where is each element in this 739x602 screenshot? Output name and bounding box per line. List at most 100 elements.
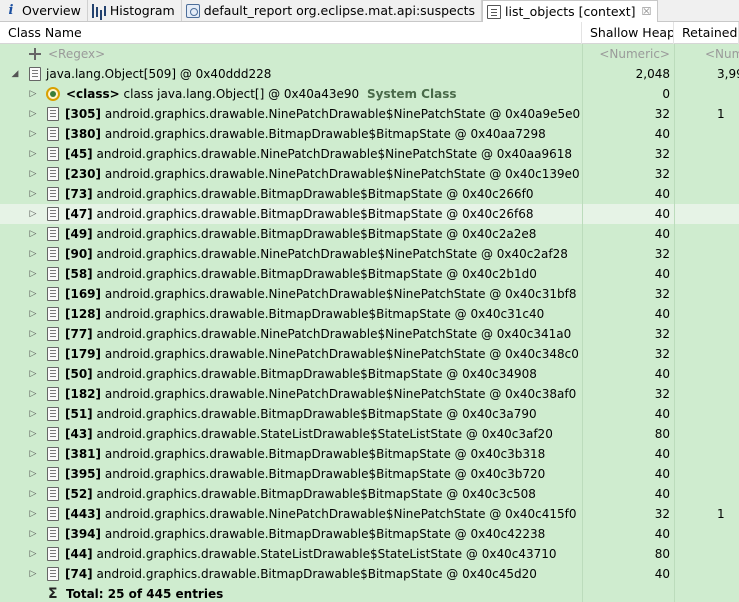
expand-arrow-icon[interactable]: ▷ — [28, 304, 38, 324]
column-header-class-name[interactable]: Class Name — [0, 22, 582, 44]
tab-histogram[interactable]: Histogram — [88, 0, 182, 21]
expand-arrow-icon[interactable]: ▷ — [28, 244, 38, 264]
object-label: android.graphics.drawable.NinePatchDrawa… — [96, 247, 568, 261]
name-filter-cell[interactable]: <Regex> — [0, 44, 582, 64]
expand-arrow-icon[interactable]: ▷ — [28, 484, 38, 504]
expand-arrow-icon[interactable]: ▷ — [28, 344, 38, 364]
filter-icon — [28, 47, 42, 61]
array-index: [169] — [65, 287, 102, 301]
table-row[interactable]: ▷ [230] android.graphics.drawable.NinePat… — [0, 164, 739, 184]
array-index: [58] — [65, 267, 93, 281]
table-row[interactable]: ▷ [47] android.graphics.drawable.BitmapDr… — [0, 204, 739, 224]
array-index: [43] — [65, 427, 93, 441]
object-icon — [47, 547, 59, 561]
table-row[interactable]: ▷ [58] android.graphics.drawable.BitmapDr… — [0, 264, 739, 284]
expand-arrow-icon[interactable]: ▷ — [28, 84, 38, 104]
array-index: [394] — [65, 527, 102, 541]
expand-arrow-icon[interactable]: ▷ — [28, 504, 38, 524]
expand-arrow-icon[interactable]: ▷ — [28, 224, 38, 244]
shallow-heap-value: 2,048 — [582, 64, 674, 84]
object-icon — [47, 267, 59, 281]
expand-arrow-icon[interactable]: ▷ — [28, 564, 38, 584]
array-index: [77] — [65, 327, 93, 341]
table-row[interactable]: ▷ [51] android.graphics.drawable.BitmapDr… — [0, 404, 739, 424]
table-row[interactable]: ▷ [381] android.graphics.drawable.BitmapD… — [0, 444, 739, 464]
class-name-cell: ▷ [45] android.graphics.drawable.NinePatc… — [0, 144, 582, 164]
table-row[interactable]: ▷ [443] android.graphics.drawable.NinePat… — [0, 504, 739, 524]
expand-arrow-icon[interactable]: ▷ — [28, 104, 38, 124]
retained-heap-value — [674, 544, 739, 564]
table-row[interactable]: ▷ [44] android.graphics.drawable.StateLis… — [0, 544, 739, 564]
object-icon — [47, 127, 59, 141]
expand-arrow-icon[interactable]: ▷ — [28, 544, 38, 564]
retained-heap-value — [674, 144, 739, 164]
column-header-shallow-heap[interactable]: Shallow Heap — [582, 22, 674, 44]
object-label: android.graphics.drawable.BitmapDrawable… — [104, 307, 545, 321]
tab-default-report[interactable]: default_report org.eclipse.mat.api:suspe… — [182, 0, 483, 21]
expand-arrow-icon[interactable]: ▷ — [28, 124, 38, 144]
table-row[interactable]: ▷ [169] android.graphics.drawable.NinePat… — [0, 284, 739, 304]
shallow-filter-input[interactable]: <Numeric> — [582, 44, 674, 64]
object-label: android.graphics.drawable.BitmapDrawable… — [96, 187, 534, 201]
tab-overview[interactable]: i Overview — [0, 0, 88, 21]
object-label: android.graphics.drawable.NinePatchDrawa… — [104, 287, 577, 301]
shallow-heap-value: 0 — [582, 84, 674, 104]
class-name-cell: ▷ [44] android.graphics.drawable.StateLis… — [0, 544, 582, 564]
column-header-retained-heap[interactable]: Retained — [674, 22, 739, 44]
close-icon[interactable]: ☒ — [642, 5, 652, 18]
table-row[interactable]: ▷ [50] android.graphics.drawable.BitmapDr… — [0, 364, 739, 384]
regex-filter-input[interactable]: <Regex> — [48, 44, 105, 64]
class-icon — [46, 87, 60, 101]
table-row[interactable]: ▷ [52] android.graphics.drawable.BitmapDr… — [0, 484, 739, 504]
expand-arrow-icon[interactable]: ▷ — [28, 164, 38, 184]
expand-arrow-icon[interactable]: ▷ — [28, 204, 38, 224]
table-row[interactable]: ▷ [305] android.graphics.drawable.NinePat… — [0, 104, 739, 124]
total-row: Σ Total: 25 of 445 entries — [0, 584, 739, 602]
array-index: [73] — [65, 187, 93, 201]
expand-arrow-icon[interactable]: ▷ — [28, 524, 38, 544]
table-row[interactable]: ▷ [45] android.graphics.drawable.NinePatc… — [0, 144, 739, 164]
collapse-arrow-icon[interactable]: ◢ — [10, 64, 20, 84]
class-row[interactable]: ▷ <class> class java.lang.Object[] @ 0x4… — [0, 84, 739, 104]
root-row[interactable]: ◢ java.lang.Object[509] @ 0x40ddd228 2,0… — [0, 64, 739, 84]
expand-arrow-icon[interactable]: ▷ — [28, 364, 38, 384]
retained-heap-value — [674, 204, 739, 224]
expand-arrow-icon[interactable]: ▷ — [28, 424, 38, 444]
object-label: android.graphics.drawable.BitmapDrawable… — [96, 567, 537, 581]
table-row[interactable]: ▷ [74] android.graphics.drawable.BitmapDr… — [0, 564, 739, 584]
table-row[interactable]: ▷ [43] android.graphics.drawable.StateLis… — [0, 424, 739, 444]
object-icon — [47, 307, 59, 321]
table-row[interactable]: ▷ [395] android.graphics.drawable.BitmapD… — [0, 464, 739, 484]
table-row[interactable]: ▷ [90] android.graphics.drawable.NinePatc… — [0, 244, 739, 264]
object-icon — [47, 247, 59, 261]
table-row[interactable]: ▷ [73] android.graphics.drawable.BitmapDr… — [0, 184, 739, 204]
object-label: android.graphics.drawable.NinePatchDrawa… — [96, 327, 572, 341]
array-index: [395] — [65, 467, 102, 481]
retained-filter-input[interactable]: <Num — [674, 44, 739, 64]
expand-arrow-icon[interactable]: ▷ — [28, 184, 38, 204]
class-name-cell: ▷ [49] android.graphics.drawable.BitmapDr… — [0, 224, 582, 244]
table-row[interactable]: ▷ [128] android.graphics.drawable.BitmapD… — [0, 304, 739, 324]
table-row[interactable]: ▷ [394] android.graphics.drawable.BitmapD… — [0, 524, 739, 544]
expand-arrow-icon[interactable]: ▷ — [28, 144, 38, 164]
expand-arrow-icon[interactable]: ▷ — [28, 324, 38, 344]
object-tree-table: <Regex> <Numeric> <Num ◢ java.lang.Objec… — [0, 44, 739, 602]
root-object-label: java.lang.Object[509] @ 0x40ddd228 — [46, 67, 272, 81]
table-row[interactable]: ▷ [49] android.graphics.drawable.BitmapDr… — [0, 224, 739, 244]
expand-arrow-icon[interactable]: ▷ — [28, 444, 38, 464]
expand-arrow-icon[interactable]: ▷ — [28, 404, 38, 424]
table-row[interactable]: ▷ [179] android.graphics.drawable.NinePat… — [0, 344, 739, 364]
expand-arrow-icon[interactable]: ▷ — [28, 264, 38, 284]
object-icon — [47, 187, 59, 201]
object-icon — [47, 327, 59, 341]
expand-arrow-icon[interactable]: ▷ — [28, 284, 38, 304]
table-header: Class Name Shallow Heap Retained — [0, 22, 739, 44]
expand-arrow-icon[interactable]: ▷ — [28, 464, 38, 484]
object-label: android.graphics.drawable.BitmapDrawable… — [96, 407, 537, 421]
object-icon — [47, 447, 59, 461]
tab-list-objects[interactable]: list_objects [context] ☒ — [482, 0, 659, 22]
table-row[interactable]: ▷ [182] android.graphics.drawable.NinePat… — [0, 384, 739, 404]
table-row[interactable]: ▷ [77] android.graphics.drawable.NinePatc… — [0, 324, 739, 344]
table-row[interactable]: ▷ [380] android.graphics.drawable.BitmapD… — [0, 124, 739, 144]
expand-arrow-icon[interactable]: ▷ — [28, 384, 38, 404]
